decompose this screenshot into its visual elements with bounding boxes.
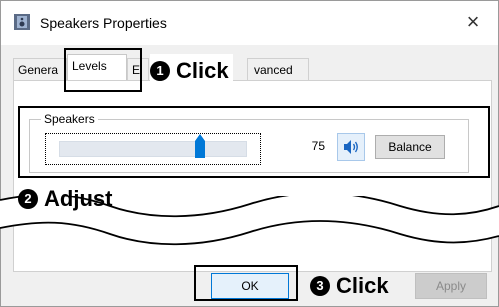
step-2-badge: 2 xyxy=(18,189,38,209)
step-1-text: Click xyxy=(176,58,229,83)
step-3-text: Click xyxy=(336,273,389,298)
callout-step-1: 1 Click xyxy=(150,54,233,88)
tab-advanced[interactable]: vanced xyxy=(247,58,309,80)
speaker-app-icon xyxy=(14,14,30,30)
step-3-badge: 3 xyxy=(310,276,330,296)
tab-general[interactable]: Genera xyxy=(13,58,67,80)
title-bar: Speakers Properties × xyxy=(1,1,498,45)
callout-box-levels-tab xyxy=(64,48,142,92)
window-title: Speakers Properties xyxy=(40,15,167,31)
close-button[interactable]: × xyxy=(458,7,488,37)
callout-step-3: 3 Click xyxy=(310,270,389,302)
callout-step-2: 2 Adjust xyxy=(18,184,112,214)
step-2-text: Adjust xyxy=(44,186,113,211)
step-1-badge: 1 xyxy=(150,61,170,81)
callout-box-ok-button xyxy=(194,265,298,301)
callout-box-speakers-group xyxy=(18,106,490,178)
apply-button[interactable]: Apply xyxy=(415,273,487,299)
